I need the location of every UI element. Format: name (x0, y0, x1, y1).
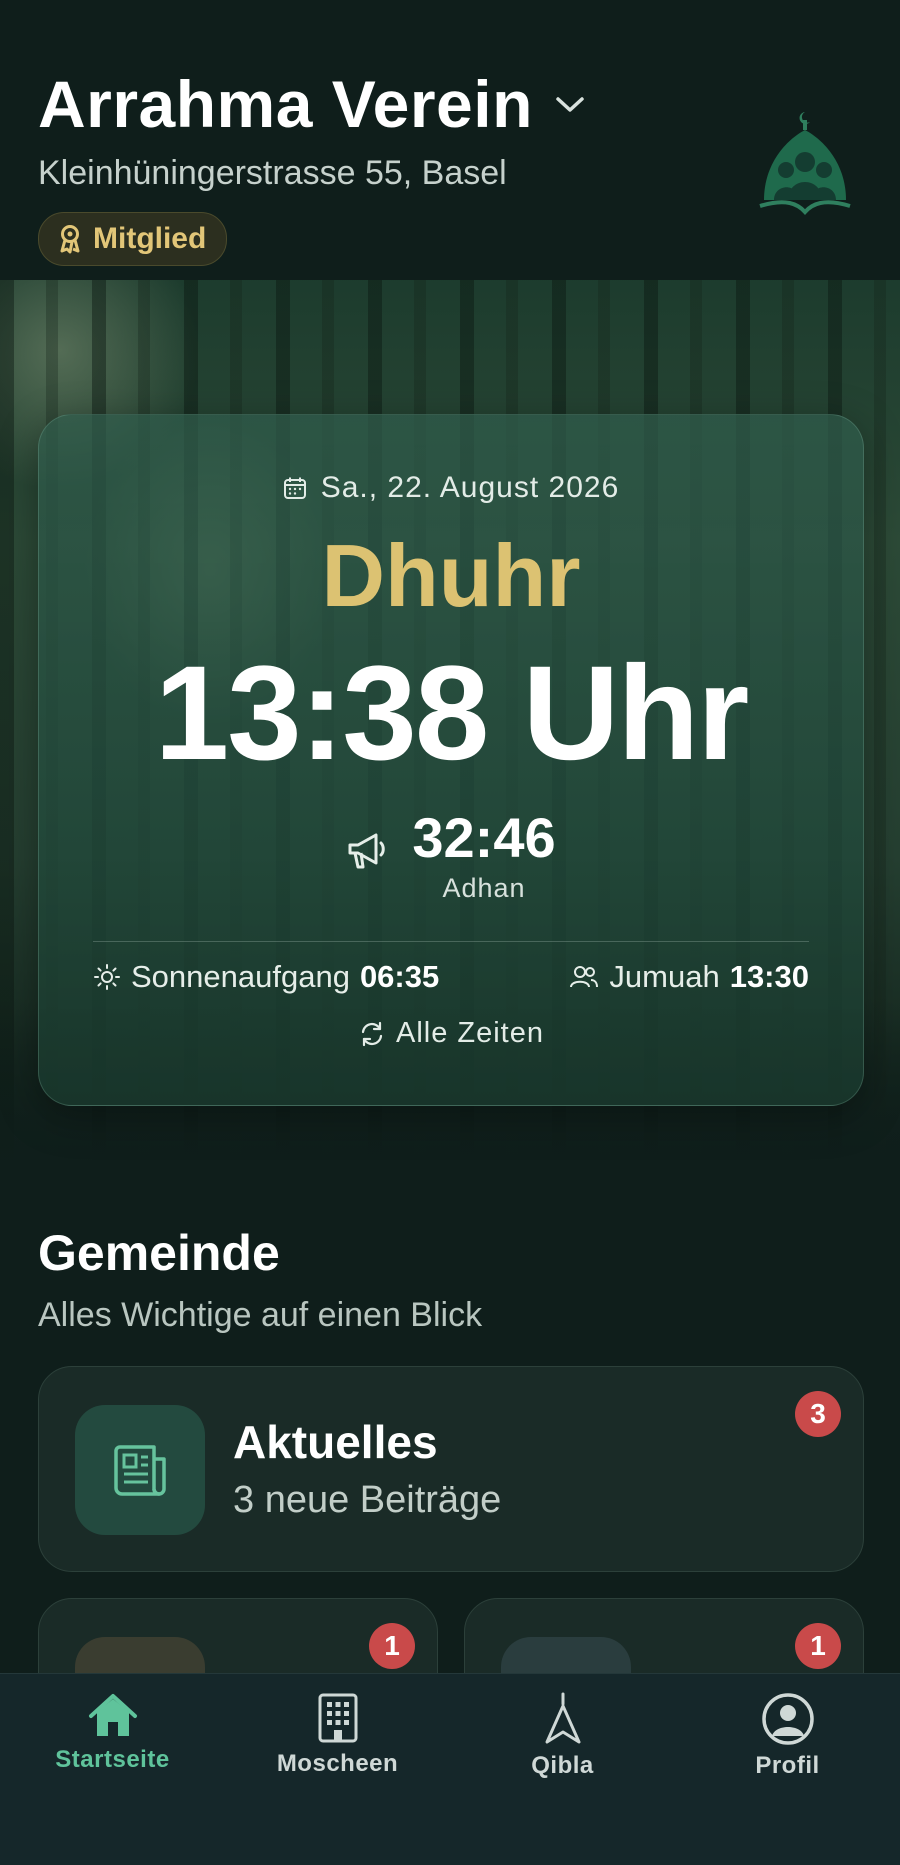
calendar-icon (283, 477, 306, 499)
news-title: Aktuelles (233, 1416, 438, 1468)
current-date: Sa., 22. August 2026 (320, 471, 620, 504)
date-row: Sa., 22. August 2026 (39, 471, 863, 505)
jumuah-time: 13:30 (729, 959, 809, 994)
tab-startseite[interactable]: Startseite (0, 1674, 225, 1804)
tab-label: Profil (755, 1752, 820, 1779)
mosque-logo (756, 104, 854, 221)
jumuah-label: Jumuah (609, 959, 720, 994)
user-circle-icon (761, 1693, 814, 1745)
community-title: Arrahma Verein (38, 67, 533, 141)
countdown-row: 32:46 Adhan (39, 807, 863, 904)
tab-qibla[interactable]: Qibla (450, 1674, 675, 1804)
tab-profil[interactable]: Profil (675, 1674, 900, 1804)
tab-label: Startseite (55, 1746, 170, 1773)
building-icon (318, 1693, 357, 1743)
jumuah-info: Jumuah 13:30 (569, 959, 809, 995)
prayer-times-card[interactable]: Sa., 22. August 2026 Dhuhr 13:38 Uhr 32:… (38, 414, 864, 1106)
countdown-label: Adhan (442, 873, 526, 903)
next-prayer-time: 13:38 Uhr (154, 639, 750, 788)
header: Arrahma Verein Kleinhüningerstrasse 55, … (0, 0, 900, 280)
tab-moscheen[interactable]: Moscheen (225, 1674, 450, 1804)
tab-label: Moscheen (276, 1750, 399, 1777)
section-title: Gemeinde (38, 1225, 280, 1281)
users-icon (570, 966, 599, 988)
bottom-tab-bar: Startseite Moscheen Qibla Profil (0, 1673, 900, 1865)
next-prayer-name: Dhuhr (321, 526, 581, 625)
tab-label: Qibla (531, 1752, 594, 1779)
sun-icon (94, 964, 120, 990)
megaphone-icon (348, 833, 386, 869)
sunrise-time: 06:35 (359, 959, 440, 994)
badge-label: Mitglied (93, 222, 207, 255)
chevron-down-icon[interactable] (555, 95, 585, 120)
refresh-icon (361, 1021, 383, 1046)
home-icon (88, 1694, 137, 1736)
sunrise-info: Sonnenaufgang 06:35 (93, 959, 439, 995)
community-address: Kleinhüningerstrasse 55, Basel (38, 154, 507, 192)
news-card[interactable]: Aktuelles 3 neue Beiträge 3 (38, 1366, 864, 1572)
membership-badge: Mitglied (38, 212, 228, 266)
newspaper-icon (75, 1405, 205, 1535)
section-subtitle: Alles Wichtige auf einen Blick (38, 1296, 483, 1334)
compass-needle-icon (545, 1692, 580, 1744)
countdown-value: 32:46 (412, 806, 556, 869)
award-icon (60, 225, 80, 254)
news-count-badge: 3 (795, 1391, 841, 1437)
all-times-button[interactable]: Alle Zeiten (39, 1017, 863, 1050)
sunrise-label: Sonnenaufgang (131, 959, 350, 994)
community-selector[interactable]: Arrahma Verein (38, 66, 585, 142)
divider (93, 941, 809, 942)
news-subtitle: 3 neue Beiträge (233, 1479, 502, 1521)
all-times-label: Alle Zeiten (395, 1017, 544, 1049)
count-badge: 1 (795, 1623, 841, 1669)
count-badge: 1 (369, 1623, 415, 1669)
